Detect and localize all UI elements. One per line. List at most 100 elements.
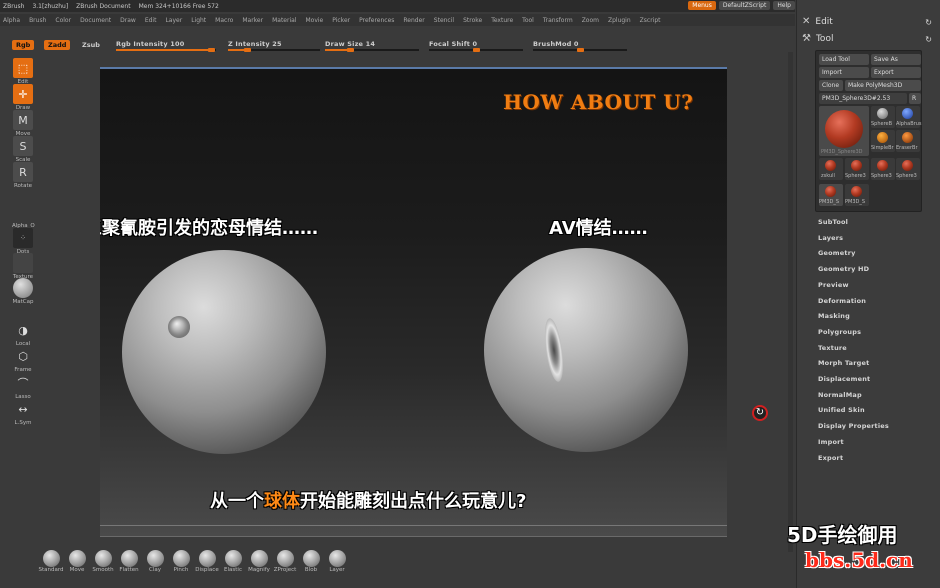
menu-item-macro[interactable]: Macro (215, 17, 233, 24)
menu-item-zoom[interactable]: Zoom (582, 17, 599, 24)
frame-tool[interactable]: ⬡ Frame (12, 346, 34, 374)
brush-standard[interactable]: Standard (38, 550, 64, 582)
tool-thumb-sphereb[interactable]: SphereB (871, 106, 895, 128)
lasso-tool[interactable]: ⌒ Lasso (12, 373, 34, 400)
menu-item-movie[interactable]: Movie (305, 17, 323, 24)
document-canvas[interactable]: HOW ABOUT U? 由三聚氰胺引发的恋母情结…… AV情结…… 从一个球体… (100, 67, 727, 537)
move-tool[interactable]: M Move (12, 110, 34, 137)
menu-item-stencil[interactable]: Stencil (434, 17, 454, 24)
subpalette-geometry-hd[interactable]: Geometry HD (818, 265, 869, 273)
tool-thumb-main[interactable]: PM3D_Sphere3D (819, 106, 869, 156)
refresh-icon[interactable]: ↻ (752, 405, 768, 421)
tool-thumb-zskull[interactable]: zskull (819, 158, 843, 180)
tool-palette-header[interactable]: ⚒ Tool (802, 33, 833, 44)
menu-item-zplugin[interactable]: Zplugin (608, 17, 631, 24)
subpalette-geometry[interactable]: Geometry (818, 249, 856, 257)
tool-thumb-alphabrush[interactable]: AlphaBrus (896, 106, 921, 128)
zsub-toggle[interactable]: Zsub (78, 40, 104, 50)
menu-item-alpha[interactable]: Alpha (3, 17, 20, 24)
brush-clay[interactable]: Clay (142, 550, 168, 582)
rgb-intensity-slider[interactable] (116, 48, 216, 52)
import-tool-button[interactable]: Import (819, 67, 869, 78)
menu-item-draw[interactable]: Draw (120, 17, 136, 24)
menu-item-stroke[interactable]: Stroke (463, 17, 482, 24)
scale-tool[interactable]: S Scale (12, 136, 34, 163)
tool-thumb-simplebrush[interactable]: SimpleBr (871, 130, 895, 152)
rotate-tool[interactable]: R Rotate (12, 162, 34, 189)
subpalette-import[interactable]: Import (818, 438, 844, 446)
draw-tool[interactable]: ✛ Draw (12, 84, 34, 111)
draw-size-slider[interactable] (325, 48, 419, 52)
tool-palette-cycle-icon[interactable]: ↻ (925, 35, 932, 44)
export-tool-button[interactable]: Export (871, 67, 921, 78)
current-tool-slider[interactable]: PM3D_Sphere3D#2.53 (819, 93, 907, 104)
stroke-tool[interactable]: ⁘ Dots (12, 228, 34, 255)
edit-tool[interactable]: ⬚ Edit (12, 58, 34, 85)
subpalette-export[interactable]: Export (818, 454, 843, 462)
tool-thumb-sphere3-a[interactable]: Sphere3 (845, 158, 869, 180)
default-zscript-button[interactable]: DefaultZScript (718, 1, 771, 10)
local-tool[interactable]: ◑ Local (12, 320, 34, 348)
zadd-toggle[interactable]: Zadd (44, 40, 71, 50)
menu-item-layer[interactable]: Layer (165, 17, 182, 24)
make-polymesh-button[interactable]: Make PolyMesh3D (845, 80, 921, 91)
subpalette-subtool[interactable]: SubTool (818, 218, 848, 226)
edit-palette-header[interactable]: ✕ Edit (802, 16, 833, 27)
menu-item-document[interactable]: Document (80, 17, 111, 24)
subpalette-polygroups[interactable]: Polygroups (818, 328, 861, 336)
tool-thumb-pm3d-b[interactable]: PM3D_S (845, 184, 869, 206)
brush-pinch[interactable]: Pinch (168, 550, 194, 582)
menu-item-texture[interactable]: Texture (491, 17, 513, 24)
save-as-button[interactable]: Save As (871, 54, 921, 65)
tool-thumb-sphere3-b[interactable]: Sphere3 (871, 158, 895, 180)
subpalette-display-properties[interactable]: Display Properties (818, 422, 889, 430)
brush-zproject[interactable]: ZProject (272, 550, 298, 582)
clone-button[interactable]: Clone (819, 80, 843, 91)
subpalette-morph-target[interactable]: Morph Target (818, 359, 869, 367)
subpalette-masking[interactable]: Masking (818, 312, 850, 320)
tool-thumb-eraserbrush[interactable]: EraserBr (896, 130, 920, 152)
material-tool[interactable]: MatCap (12, 278, 34, 305)
menu-item-tool[interactable]: Tool (522, 17, 534, 24)
menu-item-material[interactable]: Material (272, 17, 296, 24)
alpha-tool[interactable]: Alpha_O (12, 202, 35, 229)
subpalette-displacement[interactable]: Displacement (818, 375, 870, 383)
brush-layer[interactable]: Layer (324, 550, 350, 582)
brush-smooth[interactable]: Smooth (90, 550, 116, 582)
menu-item-render[interactable]: Render (403, 17, 424, 24)
menu-item-color[interactable]: Color (55, 17, 71, 24)
load-tool-button[interactable]: Load Tool (819, 54, 869, 65)
menu-item-zscript[interactable]: Zscript (640, 17, 661, 24)
edit-palette-cycle-icon[interactable]: ↻ (925, 18, 932, 27)
subpalette-texture[interactable]: Texture (818, 344, 847, 352)
brush-move[interactable]: Move (64, 550, 90, 582)
subpalette-normalmap[interactable]: NormalMap (818, 391, 862, 399)
menu-item-marker[interactable]: Marker (242, 17, 263, 24)
menus-button[interactable]: Menus (688, 1, 716, 10)
menu-item-edit[interactable]: Edit (145, 17, 157, 24)
help-button[interactable]: Help (773, 1, 795, 10)
canvas-scrollbar[interactable] (788, 52, 793, 552)
texture-tool[interactable]: Texture (12, 253, 34, 280)
menu-item-light[interactable]: Light (191, 17, 206, 24)
menu-item-preferences[interactable]: Preferences (359, 17, 394, 24)
subpalette-layers[interactable]: Layers (818, 234, 843, 242)
z-intensity-slider[interactable] (228, 48, 320, 52)
tool-thumb-pm3d-a[interactable]: PM3D_S (819, 184, 843, 206)
menu-item-picker[interactable]: Picker (332, 17, 350, 24)
subpalette-deformation[interactable]: Deformation (818, 297, 866, 305)
focal-shift-slider[interactable] (429, 48, 523, 52)
lsym-tool[interactable]: ↔ L.Sym (12, 399, 34, 427)
rgb-toggle[interactable]: Rgb (12, 40, 35, 50)
brush-elastic[interactable]: Elastic (220, 550, 246, 582)
r-button[interactable]: R (909, 93, 921, 104)
subpalette-unified-skin[interactable]: Unified Skin (818, 406, 865, 414)
menu-item-transform[interactable]: Transform (543, 17, 573, 24)
menu-item-brush[interactable]: Brush (29, 17, 46, 24)
brush-magnify[interactable]: Magnify (246, 550, 272, 582)
brush-flatten[interactable]: Flatten (116, 550, 142, 582)
brush-blob[interactable]: Blob (298, 550, 324, 582)
brushmod-slider[interactable] (533, 48, 627, 52)
tool-thumb-sphere3-c[interactable]: Sphere3 (896, 158, 920, 180)
brush-displace[interactable]: Displace (194, 550, 220, 582)
